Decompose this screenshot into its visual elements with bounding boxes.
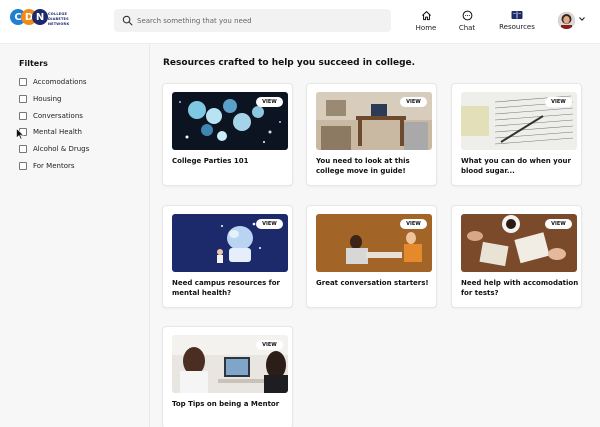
filter-checkbox[interactable]: [19, 145, 27, 153]
filters-title: Filters: [19, 59, 48, 68]
card-title: Need help with accomodation for tests?: [461, 279, 579, 297]
view-button[interactable]: VIEW: [256, 97, 283, 107]
mouse-cursor-icon: [16, 128, 24, 140]
filter-checkbox[interactable]: [19, 78, 27, 86]
filter-mental-health[interactable]: Mental Health: [19, 127, 82, 137]
nav-resources-label: Resources: [499, 23, 535, 31]
resource-card-conversation-starters[interactable]: VIEW Great conversation starters!: [306, 205, 437, 308]
card-image: VIEW: [461, 92, 577, 150]
search-input[interactable]: [137, 9, 387, 32]
view-button[interactable]: VIEW: [545, 97, 572, 107]
card-title: You need to look at this college move in…: [316, 157, 410, 175]
filter-checkbox[interactable]: [19, 162, 27, 170]
nav-chat-label: Chat: [458, 24, 476, 32]
search-icon: [122, 15, 133, 26]
filter-label: For Mentors: [33, 162, 75, 170]
card-title: Top Tips on being a Mentor: [172, 400, 280, 408]
filter-label: Conversations: [33, 112, 83, 120]
filter-conversations[interactable]: Conversations: [19, 111, 83, 121]
card-title: Need campus resources for mental health?: [172, 279, 280, 297]
filter-checkbox[interactable]: [19, 112, 27, 120]
resource-card-blood-sugar[interactable]: VIEW What you can do when your blood sug…: [451, 83, 582, 186]
resource-card-test-accomodation[interactable]: VIEW Need help with accomodation for tes…: [451, 205, 582, 308]
filter-for-mentors[interactable]: For Mentors: [19, 161, 75, 171]
nav-home-label: Home: [415, 24, 437, 32]
card-image: VIEW: [461, 214, 577, 272]
book-icon: [511, 11, 523, 19]
home-icon: [421, 11, 431, 21]
cdn-logo[interactable]: C D N COLLEGE DIABETES NETWORK: [10, 8, 70, 36]
view-button[interactable]: VIEW: [400, 219, 427, 229]
resource-card-mental-health[interactable]: VIEW Need campus resources for mental he…: [162, 205, 293, 308]
resource-card-mentor-tips[interactable]: VIEW Top Tips on being a Mentor: [162, 326, 293, 427]
card-title: What you can do when your blood sugar...: [461, 157, 571, 175]
page-title: Resources crafted to help you succeed in…: [163, 58, 416, 68]
card-image: VIEW: [316, 92, 432, 150]
view-button[interactable]: VIEW: [256, 219, 283, 229]
filter-housing[interactable]: Housing: [19, 94, 61, 104]
resource-card-move-in-guide[interactable]: VIEW You need to look at this college mo…: [306, 83, 437, 186]
search-bar[interactable]: [114, 9, 391, 32]
card-title: College Parties 101: [172, 157, 249, 165]
chevron-down-icon[interactable]: [579, 17, 585, 21]
filter-label: Accomodations: [33, 78, 87, 86]
filter-label: Alcohol & Drugs: [33, 145, 90, 153]
filter-label: Housing: [33, 95, 62, 103]
card-image: VIEW: [172, 335, 288, 393]
logo-letter-n: N: [32, 9, 48, 25]
card-image: VIEW: [172, 92, 288, 150]
chat-icon: [462, 10, 472, 21]
top-nav-bar: C D N COLLEGE DIABETES NETWORK Home Chat: [0, 0, 600, 44]
filter-alcohol-drugs[interactable]: Alcohol & Drugs: [19, 144, 89, 154]
view-button[interactable]: VIEW: [545, 219, 572, 229]
card-image: VIEW: [172, 214, 288, 272]
view-button[interactable]: VIEW: [400, 97, 427, 107]
avatar-photo: [558, 12, 575, 29]
nav-resources[interactable]: Resources: [498, 10, 536, 34]
filter-accomodations[interactable]: Accomodations: [19, 77, 87, 87]
view-button[interactable]: VIEW: [256, 340, 283, 350]
avatar[interactable]: [558, 12, 575, 29]
filter-checkbox[interactable]: [19, 95, 27, 103]
logo-line-network: NETWORK: [48, 22, 70, 26]
filters-sidebar: Filters Accomodations Housing Conversati…: [0, 45, 150, 427]
card-title: Great conversation starters!: [316, 279, 429, 287]
nav-home[interactable]: Home: [413, 10, 439, 34]
resource-card-college-parties[interactable]: VIEW College Parties 101: [162, 83, 293, 186]
filter-label: Mental Health: [33, 128, 82, 136]
logo-wordmark: COLLEGE DIABETES NETWORK: [48, 12, 69, 27]
card-image: VIEW: [316, 214, 432, 272]
nav-chat[interactable]: Chat: [455, 10, 479, 34]
